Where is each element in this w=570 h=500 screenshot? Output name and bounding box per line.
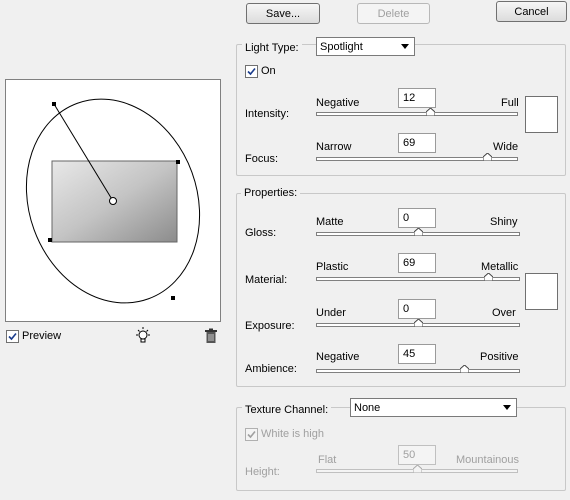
properties-label: Properties: (241, 187, 301, 199)
material-value-field[interactable]: 69 (398, 253, 436, 273)
preview-checkbox[interactable] (6, 330, 19, 343)
material-max-label: Metallic (481, 261, 519, 273)
height-max-label: Mountainous (456, 454, 519, 466)
exposure-min-label: Under (316, 307, 346, 319)
exposure-label: Exposure: (245, 320, 295, 332)
gloss-value-field[interactable]: 0 (398, 208, 436, 228)
light-preview-graphic (25, 98, 201, 304)
trash-icon[interactable] (203, 328, 219, 344)
height-label: Height: (245, 466, 280, 478)
delete-button[interactable]: Delete (357, 3, 430, 24)
gloss-label: Gloss: (245, 227, 277, 239)
focus-slider-thumb[interactable] (483, 153, 492, 161)
height-slider-thumb[interactable] (413, 465, 422, 473)
intensity-label: Intensity: (245, 108, 290, 120)
texture-channel-label: Texture Channel: (242, 404, 332, 416)
ambience-slider-thumb[interactable] (460, 365, 469, 373)
focus-min-label: Narrow (316, 141, 352, 153)
focus-label: Focus: (245, 153, 279, 165)
light-on-checkbox[interactable] (245, 65, 258, 78)
height-slider[interactable] (316, 465, 518, 473)
white-is-high-checkbox[interactable] (245, 428, 258, 441)
intensity-max-label: Full (501, 97, 519, 109)
light-bulb-icon[interactable] (133, 326, 153, 346)
height-value-field[interactable]: 50 (398, 445, 436, 465)
material-slider[interactable] (316, 273, 520, 281)
white-is-high-label: White is high (261, 428, 324, 440)
intensity-slider-thumb[interactable] (426, 108, 435, 116)
intensity-value-field[interactable]: 12 (398, 88, 436, 108)
light-type-value: Spotlight (320, 40, 363, 53)
light-type-label: Light Type: (242, 42, 302, 54)
ambience-label: Ambience: (245, 363, 297, 375)
intensity-slider[interactable] (316, 108, 518, 116)
focus-max-label: Wide (493, 141, 519, 153)
gloss-slider[interactable] (316, 228, 520, 236)
chevron-down-icon (401, 44, 409, 49)
ambience-min-label: Negative (316, 351, 360, 363)
light-color-swatch[interactable] (525, 96, 558, 133)
light-type-select[interactable]: Spotlight (316, 37, 415, 56)
exposure-value-field[interactable]: 0 (398, 299, 436, 319)
preview-label: Preview (22, 330, 62, 342)
light-handle-left (48, 238, 52, 242)
light-center-handle (109, 197, 117, 205)
save-button[interactable]: Save... (246, 3, 320, 24)
gloss-slider-thumb[interactable] (414, 228, 423, 236)
focus-value-field[interactable]: 69 (398, 133, 436, 153)
height-min-label: Flat (318, 454, 337, 466)
intensity-min-label: Negative (316, 97, 360, 109)
material-color-swatch[interactable] (525, 273, 558, 310)
material-min-label: Plastic (316, 261, 349, 273)
focus-slider[interactable] (316, 153, 518, 161)
texture-channel-value: None (354, 401, 381, 414)
gloss-min-label: Matte (316, 216, 344, 228)
preview-canvas[interactable] (5, 79, 221, 322)
exposure-max-label: Over (492, 307, 516, 319)
ambience-value-field[interactable]: 45 (398, 344, 436, 364)
cancel-button[interactable]: Cancel (496, 1, 567, 22)
light-handle-right (176, 160, 180, 164)
texture-channel-select[interactable]: None (350, 398, 517, 417)
ambience-slider[interactable] (316, 365, 520, 373)
exposure-slider-thumb[interactable] (414, 319, 423, 327)
exposure-slider[interactable] (316, 319, 520, 327)
chevron-down-icon (503, 405, 511, 410)
ambience-max-label: Positive (480, 351, 519, 363)
material-label: Material: (245, 274, 288, 286)
gloss-max-label: Shiny (490, 216, 518, 228)
light-handle-top (52, 102, 56, 106)
light-on-label: On (261, 65, 276, 77)
light-handle-bottom (171, 296, 175, 300)
material-slider-thumb[interactable] (484, 273, 493, 281)
